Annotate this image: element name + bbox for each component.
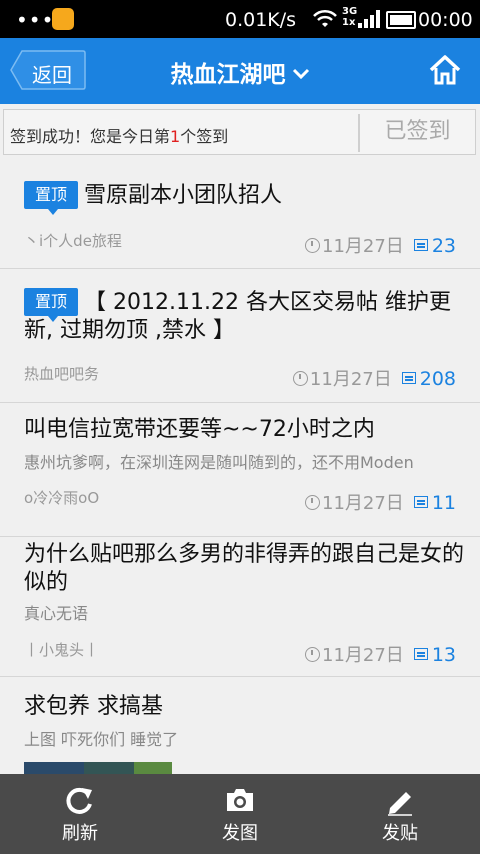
clock-icon	[305, 495, 320, 510]
post-date: 11月27日	[322, 236, 404, 257]
signed-in-button[interactable]: 已签到	[360, 110, 475, 154]
reply-count: 13	[431, 644, 456, 666]
camera-icon	[227, 789, 253, 811]
reply-count: 208	[419, 368, 456, 390]
post-title-text: 【 2012.11.22 各大区交易帖 维护更新, 过期勿顶 ,禁水 】	[24, 290, 451, 343]
page-title: 热血江湖吧	[170, 62, 286, 88]
signin-bar: 签到成功！您是今日第1个签到 已签到	[3, 109, 476, 155]
reply-icon	[413, 648, 428, 660]
pinned-badge: 置顶	[24, 181, 78, 215]
clock-icon	[292, 371, 308, 386]
post-title: 置顶 【 2012.11.22 各大区交易帖 维护更新, 过期勿顶 ,禁水 】	[24, 288, 464, 345]
status-bar: ••• 0.01K/s 3G 1x 00:00	[0, 0, 480, 38]
app-header: 返回 热血江湖吧	[0, 38, 480, 104]
post-meta: 11月27日 208	[292, 365, 456, 391]
post-author: 丶i个人de旅程	[24, 232, 122, 250]
signin-message: 签到成功！您是今日第1个签到	[10, 123, 228, 147]
post-author: 丨小鬼头丨	[24, 641, 100, 659]
reply-icon	[401, 372, 416, 384]
back-button[interactable]: 返回	[10, 50, 86, 90]
post-excerpt: 惠州坑爹啊，在深圳连网是随叫随到的，还不用Moden	[24, 453, 414, 472]
battery-icon	[386, 11, 416, 29]
post-title: 叫电信拉宽带还要等~~72小时之内	[24, 417, 375, 442]
reply-count: 23	[431, 235, 456, 257]
post-date: 11月27日	[322, 645, 404, 666]
forum-title-dropdown[interactable]: 热血江湖吧	[150, 55, 330, 89]
list-item[interactable]: 叫电信拉宽带还要等~~72小时之内 惠州坑爹啊，在深圳连网是随叫随到的，还不用M…	[0, 403, 480, 537]
post-excerpt: 上图 吓死你们 睡觉了	[24, 730, 179, 749]
post-meta: 11月27日 23	[305, 232, 456, 258]
post-title: 求包养 求搞基	[24, 694, 163, 719]
refresh-icon	[66, 787, 92, 814]
list-item[interactable]: 置顶 雪原副本小团队招人 丶i个人de旅程 11月27日 23	[0, 164, 480, 269]
reply-icon	[413, 496, 428, 508]
photo-post-label: 发图	[222, 823, 258, 844]
qq-notification-icon	[52, 8, 74, 30]
network-speed: 0.01K/s	[225, 9, 297, 31]
clock-icon	[305, 647, 320, 662]
post-date: 11月27日	[322, 493, 404, 514]
post-title-text: 雪原副本小团队招人	[84, 183, 283, 208]
post-author: 热血吧吧务	[24, 365, 100, 383]
photo-post-button[interactable]: 发图	[160, 774, 320, 854]
post-title: 为什么贴吧那么多男的非得弄的跟自己是女的似的	[24, 542, 465, 595]
post-meta: 11月27日 13	[305, 641, 456, 667]
list-item[interactable]: 为什么贴吧那么多男的非得弄的跟自己是女的似的 真心无语 丨小鬼头丨 11月27日…	[0, 537, 480, 677]
new-post-label: 发贴	[382, 823, 418, 844]
new-post-button[interactable]: 发贴	[320, 774, 480, 854]
home-icon[interactable]	[428, 54, 462, 86]
post-meta: 11月27日 11	[305, 489, 456, 515]
post-excerpt: 真心无语	[24, 604, 89, 623]
wifi-icon	[313, 9, 337, 27]
bottom-toolbar: 刷新 发图 发贴	[0, 774, 480, 854]
list-item[interactable]: 置顶 【 2012.11.22 各大区交易帖 维护更新, 过期勿顶 ,禁水 】 …	[0, 269, 480, 403]
notification-dots: •••	[16, 8, 55, 32]
back-label: 返回	[32, 63, 72, 87]
signal-icon	[358, 10, 380, 28]
pen-icon	[388, 792, 412, 816]
clock-time: 00:00	[418, 9, 473, 31]
reply-count: 11	[431, 492, 456, 514]
signin-message-suffix: 个签到	[180, 127, 229, 146]
refresh-button[interactable]: 刷新	[0, 774, 160, 854]
post-date: 11月27日	[309, 369, 392, 390]
refresh-label: 刷新	[62, 823, 98, 844]
post-title: 置顶 雪原副本小团队招人	[24, 181, 464, 215]
network-type: 3G 1x	[342, 6, 358, 28]
signin-rank: 1	[170, 127, 181, 146]
chevron-down-icon	[292, 68, 309, 80]
post-thumbnail[interactable]	[24, 762, 172, 774]
clock-icon	[305, 238, 320, 253]
reply-icon	[413, 239, 428, 251]
signin-message-prefix: 签到成功！您是今日第	[10, 127, 171, 146]
post-author: o冷冷雨oO	[24, 489, 100, 507]
pinned-badge: 置顶	[24, 288, 78, 322]
